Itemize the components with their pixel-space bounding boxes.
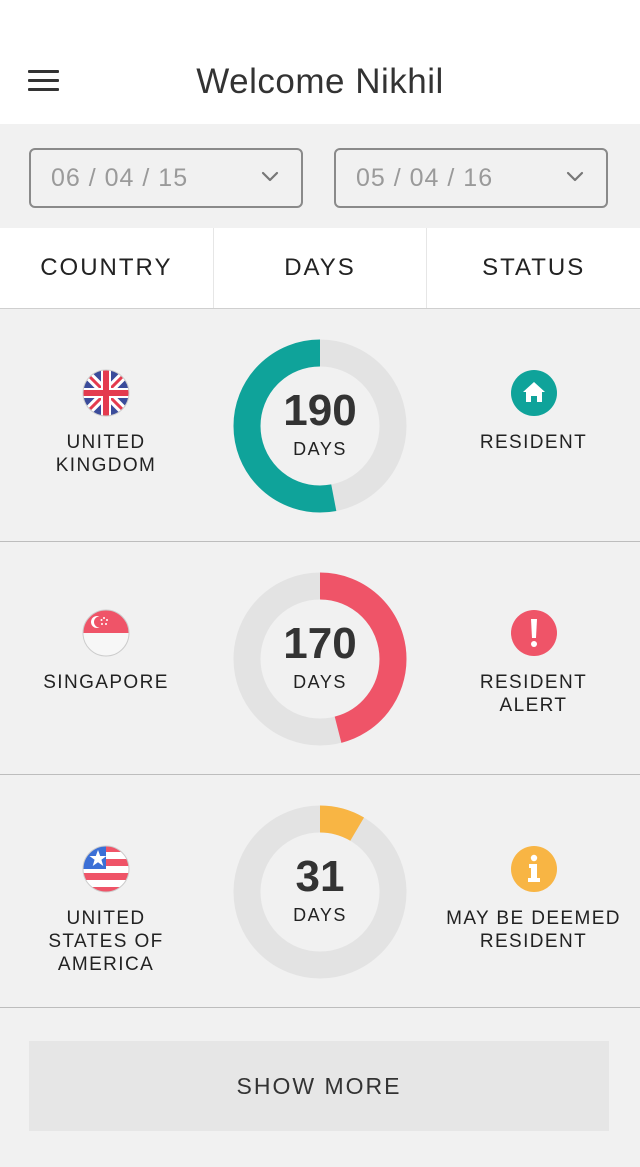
country-name: UNITED KINGDOM xyxy=(55,432,157,476)
to-date-value: 05 / 04 / 16 xyxy=(356,164,494,192)
status-cell: RESIDENT xyxy=(427,369,640,454)
table-header: COUNTRY DAYS STATUS xyxy=(0,228,640,309)
chevron-down-icon xyxy=(261,171,279,182)
singapore-flag-icon xyxy=(82,609,130,657)
uk-flag-icon xyxy=(82,369,130,417)
show-more-button[interactable]: SHOW MORE xyxy=(29,1041,609,1131)
days-ring: 170 DAYS xyxy=(233,572,407,746)
days-count: 190 xyxy=(283,386,357,435)
status-label: MAY BE DEEMED RESIDENT xyxy=(446,908,621,952)
days-label: DAYS xyxy=(293,439,347,459)
status-label: RESIDENT ALERT xyxy=(479,672,588,716)
app-screen: Welcome Nikhil 06 / 04 / 15 05 / 04 / 16… xyxy=(0,0,640,1167)
table-row[interactable]: UNITED KINGDOM 190 DAYS RESIDENT xyxy=(0,309,640,542)
column-header-status[interactable]: STATUS xyxy=(426,228,640,308)
column-header-days[interactable]: DAYS xyxy=(212,228,427,308)
page-title: Welcome Nikhil xyxy=(196,62,444,101)
app-header: Welcome Nikhil xyxy=(0,0,640,124)
status-label: RESIDENT xyxy=(479,432,588,453)
days-ring: 31 DAYS xyxy=(233,805,407,979)
info-icon xyxy=(510,846,557,892)
days-ring: 190 DAYS xyxy=(233,339,407,513)
status-cell: RESIDENT ALERT xyxy=(427,609,640,717)
from-date-select[interactable]: 06 / 04 / 15 xyxy=(29,148,303,208)
to-date-select[interactable]: 05 / 04 / 16 xyxy=(334,148,608,208)
country-cell: SINGAPORE xyxy=(0,609,212,694)
country-cell: UNITED KINGDOM xyxy=(0,369,212,477)
chevron-down-icon xyxy=(566,171,584,182)
usa-flag-icon xyxy=(82,845,130,893)
days-label: DAYS xyxy=(293,905,347,925)
table-row[interactable]: UNITED STATES OF AMERICA 31 DAYS MAY BE … xyxy=(0,775,640,1008)
home-icon xyxy=(510,370,557,416)
exclamation-icon xyxy=(510,610,557,656)
from-date-value: 06 / 04 / 15 xyxy=(51,164,189,192)
country-cell: UNITED STATES OF AMERICA xyxy=(0,845,212,976)
country-name: SINGAPORE xyxy=(43,672,169,693)
days-label: DAYS xyxy=(293,672,347,692)
table-row[interactable]: SINGAPORE 170 DAYS RESIDENT ALERT xyxy=(0,542,640,775)
status-cell: MAY BE DEEMED RESIDENT xyxy=(427,845,640,953)
column-header-country[interactable]: COUNTRY xyxy=(0,228,213,308)
days-count: 31 xyxy=(295,852,345,901)
country-name: UNITED STATES OF AMERICA xyxy=(48,908,164,975)
days-count: 170 xyxy=(283,619,357,668)
